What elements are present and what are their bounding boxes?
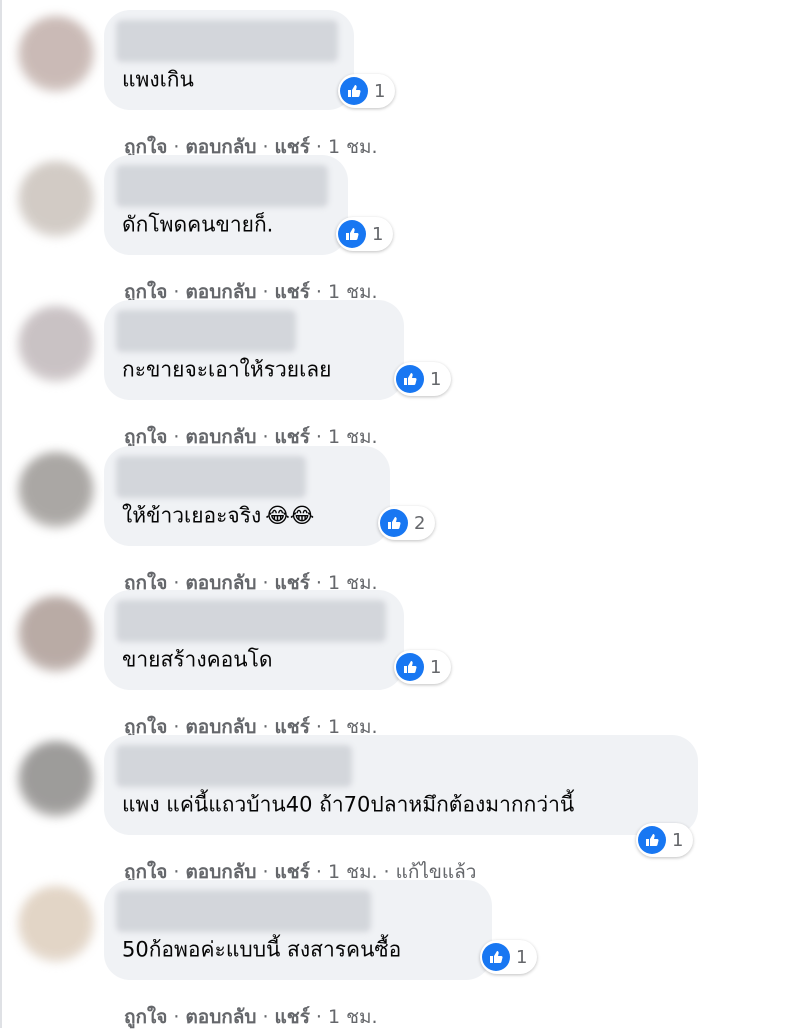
thumbs-up-icon [396, 365, 424, 393]
thumbs-up-icon [340, 77, 368, 105]
commenter-name-blurred[interactable] [116, 890, 371, 932]
reaction-badge[interactable]: 1 [336, 217, 394, 251]
commenter-name-blurred[interactable] [116, 600, 386, 642]
comment-text: แพง แค่นี้แถวบ้าน40 ถ้า70ปลาหมึกต้องมากก… [122, 792, 575, 817]
commenter-name-blurred[interactable] [116, 165, 328, 207]
reaction-badge[interactable]: 1 [480, 940, 538, 974]
thumbs-up-icon [338, 220, 366, 248]
reaction-count: 1 [372, 223, 384, 245]
reaction-count: 1 [516, 946, 528, 968]
avatar[interactable] [18, 452, 94, 528]
avatar[interactable] [18, 741, 94, 817]
avatar[interactable] [18, 886, 94, 962]
comment-bubble: แพงเกิน [104, 10, 354, 110]
comment-item: ขายสร้างคอนโด 1 ถูกใจ · ตอบกลับ · แชร์ · 1 ชม. [0, 590, 800, 738]
thumbs-up-icon [380, 509, 408, 537]
comment-text: 50ก้อพอค่ะแบบนี้ สงสารคนซื้อ [122, 937, 402, 962]
reaction-count: 1 [374, 80, 386, 102]
laughing-emoji-icon: 😂😂 [265, 503, 315, 528]
thumbs-up-icon [396, 653, 424, 681]
timestamp[interactable]: 1 ชม. [328, 426, 378, 448]
comment-text: ขายสร้างคอนโด [122, 647, 273, 672]
comment-bubble: ขายสร้างคอนโด [104, 590, 404, 690]
comment-item: กะขายจะเอาให้รวยเลย 1 ถูกใจ · ตอบกลับ · แชร์… [0, 300, 800, 448]
thumbs-up-icon [482, 943, 510, 971]
comment-text: แพงเกิน [122, 67, 194, 92]
reaction-count: 1 [430, 656, 442, 678]
reaction-badge[interactable]: 1 [394, 650, 452, 684]
comment-bubble: ดักโพดคนขายก็. [104, 155, 348, 255]
avatar[interactable] [18, 161, 94, 237]
reaction-badge[interactable]: 2 [378, 506, 436, 540]
comment-bubble: 50ก้อพอค่ะแบบนี้ สงสารคนซื้อ [104, 880, 492, 980]
like-link[interactable]: ถูกใจ [124, 1006, 167, 1028]
comment-item: ให้ข้าวเยอะจริง 😂😂 2 ถูกใจ · ตอบกลับ · แชร์ · 1… [0, 446, 800, 594]
comment-bubble: แพง แค่นี้แถวบ้าน40 ถ้า70ปลาหมึกต้องมากก… [104, 735, 698, 835]
reaction-badge[interactable]: 1 [394, 362, 452, 396]
comment-bubble: กะขายจะเอาให้รวยเลย [104, 300, 404, 400]
commenter-name-blurred[interactable] [116, 310, 296, 352]
comment-item: แพง แค่นี้แถวบ้าน40 ถ้า70ปลาหมึกต้องมากก… [0, 735, 800, 883]
reply-link[interactable]: ตอบกลับ [185, 426, 256, 448]
reaction-count: 2 [414, 512, 426, 534]
comment-text: ดักโพดคนขายก็. [122, 212, 274, 237]
share-link[interactable]: แชร์ [275, 426, 310, 448]
reaction-count: 1 [430, 368, 442, 390]
comment-item: 50ก้อพอค่ะแบบนี้ สงสารคนซื้อ 1 ถูกใจ · ตอบ… [0, 880, 800, 1028]
comment-text: กะขายจะเอาให้รวยเลย [122, 357, 332, 382]
reaction-badge[interactable]: 1 [636, 823, 694, 857]
avatar[interactable] [18, 306, 94, 382]
commenter-name-blurred[interactable] [116, 456, 306, 498]
thumbs-up-icon [638, 826, 666, 854]
comment-text: ให้ข้าวเยอะจริง 😂😂 [122, 503, 315, 528]
comment-item: แพงเกิน 1 ถูกใจ · ตอบกลับ · แชร์ · 1 ชม. [0, 10, 800, 158]
comment-item: ดักโพดคนขายก็. 1 ถูกใจ · ตอบกลับ · แชร์ · 1 ชม… [0, 155, 800, 303]
reaction-badge[interactable]: 1 [338, 74, 396, 108]
commenter-name-blurred[interactable] [116, 20, 338, 62]
comment-bubble: ให้ข้าวเยอะจริง 😂😂 [104, 446, 390, 546]
commenter-name-blurred[interactable] [116, 745, 352, 787]
avatar[interactable] [18, 16, 94, 92]
timestamp[interactable]: 1 ชม. [328, 1006, 378, 1028]
avatar[interactable] [18, 596, 94, 672]
like-link[interactable]: ถูกใจ [124, 426, 167, 448]
share-link[interactable]: แชร์ [275, 1006, 310, 1028]
reply-link[interactable]: ตอบกลับ [185, 1006, 256, 1028]
reaction-count: 1 [672, 829, 684, 851]
